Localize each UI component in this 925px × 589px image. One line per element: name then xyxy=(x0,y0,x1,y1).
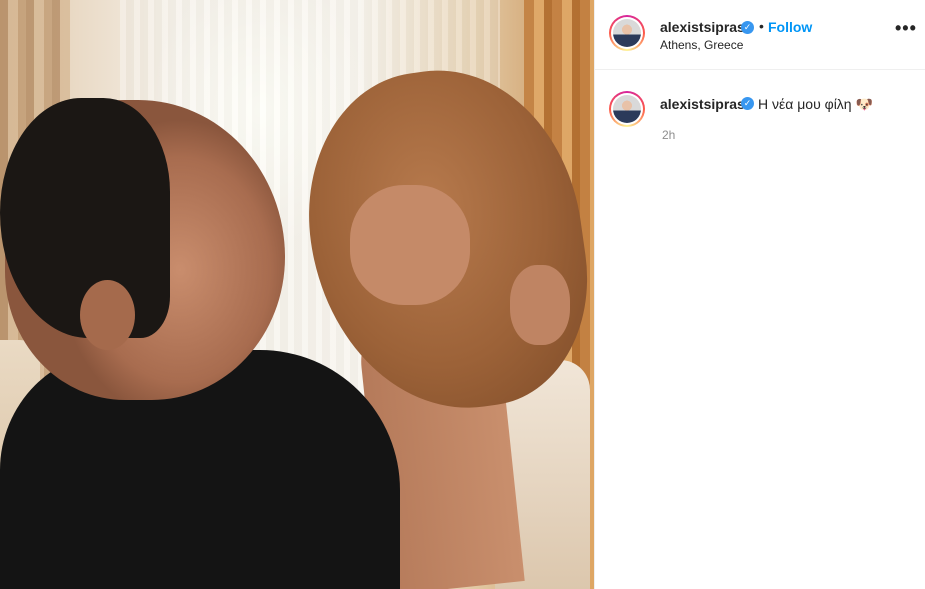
comment-username-link[interactable]: alexistsipras xyxy=(660,96,745,112)
username-link[interactable]: alexistsipras xyxy=(660,19,745,35)
comment-avatar-ring xyxy=(611,93,643,125)
more-options-icon[interactable]: ••• xyxy=(895,19,916,41)
caption-text: Η νέα μου φίλη 🐶 xyxy=(758,96,873,112)
photo-hand-second xyxy=(510,265,570,345)
comment-avatar[interactable] xyxy=(609,91,645,127)
follow-button[interactable]: Follow xyxy=(768,19,812,35)
profile-avatar[interactable] xyxy=(609,15,645,51)
post-timestamp[interactable]: 2h xyxy=(662,128,675,142)
post-side-panel: alexistsipras ✓ • Follow Athens, Greece … xyxy=(594,0,925,589)
location-link[interactable]: Athens, Greece xyxy=(660,38,743,52)
verified-badge-icon: ✓ xyxy=(741,97,754,110)
photo-hand xyxy=(350,185,470,305)
avatar-image xyxy=(613,19,641,47)
post-photo[interactable] xyxy=(0,0,594,589)
separator-dot: • xyxy=(759,18,764,34)
verified-badge-icon: ✓ xyxy=(741,21,754,34)
photo-person-ear xyxy=(80,280,135,350)
post-header: alexistsipras ✓ • Follow Athens, Greece … xyxy=(595,0,925,70)
comment-avatar-image xyxy=(613,95,641,123)
avatar-ring xyxy=(611,17,643,49)
